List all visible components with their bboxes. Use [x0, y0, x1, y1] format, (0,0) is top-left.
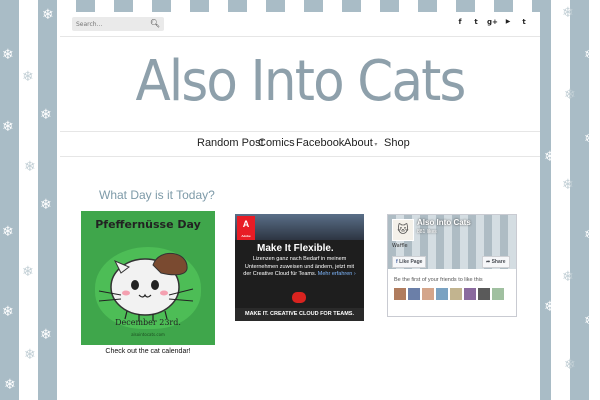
tumblr-icon[interactable]: t [519, 18, 529, 26]
snowflake-icon: ❄ [584, 131, 596, 147]
snowflake-icon: ❄ [24, 347, 36, 363]
adobe-wordmark: Adobe [241, 234, 251, 238]
cat-face-icon: 🐱︎ [397, 223, 409, 236]
snowflake-icon: ❄ [2, 47, 14, 63]
friend-avatar[interactable] [394, 288, 406, 300]
facebook-page-name[interactable]: Also Into Cats [417, 218, 471, 227]
cat-calendar-image[interactable]: Pfeffernüsse Day December 23rd. alsointo… [81, 211, 215, 345]
ad-footer-text: MAKE IT. CREATIVE CLOUD FOR TEAMS. [235, 308, 364, 321]
page-container: 🔍︎ f t g+ ▶ t Also Into Cats Random Post… [60, 12, 540, 400]
facebook-like-count: 881 likes [417, 229, 437, 235]
snowflake-icon: ❄ [22, 264, 34, 280]
search-input[interactable] [76, 19, 146, 29]
snowflake-icon: ❄ [584, 227, 596, 243]
facebook-friends-text: Be the first of your friends to like thi… [394, 277, 483, 283]
nav-facebook[interactable]: Facebook [296, 137, 344, 149]
snowflake-icon: ❄ [564, 87, 576, 103]
top-divider [60, 36, 540, 37]
adobe-ad-banner[interactable]: A Adobe Make It Flexible. Lizenzen ganz … [235, 214, 364, 321]
snowflake-icon: ❄ [22, 69, 34, 85]
friend-avatar[interactable] [492, 288, 504, 300]
snowflake-icon: ❄ [24, 159, 36, 175]
facebook-avatar-caption: Waffle [392, 243, 408, 249]
ad-learn-more-link[interactable]: Mehr erfahren › [318, 271, 356, 277]
share-button-label: Share [491, 259, 506, 265]
nav-comics[interactable]: Comics [258, 137, 295, 149]
nav-random-post[interactable]: Random Post [197, 137, 264, 149]
google-plus-icon[interactable]: g+ [487, 18, 498, 26]
creative-cloud-icon [292, 292, 306, 303]
youtube-icon[interactable]: ▶ [503, 18, 513, 25]
snowflake-icon: ❄ [562, 5, 574, 21]
snowflake-icon: ❄ [544, 299, 556, 315]
snowflake-icon: ❄ [2, 224, 14, 240]
calendar-date: December 23rd. [115, 318, 181, 327]
friend-avatar[interactable] [478, 288, 490, 300]
snowflake-icon: ❄ [4, 377, 16, 393]
nav-about-label: About [344, 137, 373, 149]
adobe-a-icon: A [242, 219, 250, 229]
friend-avatar[interactable] [422, 288, 434, 300]
friend-avatar[interactable] [408, 288, 420, 300]
snowflake-icon: ❄ [42, 7, 54, 23]
site-logo[interactable]: Also Into Cats [79, 46, 521, 118]
snowflake-icon: ❄ [564, 357, 576, 373]
chevron-down-icon: ▾ [372, 142, 378, 148]
snowflake-icon: ❄ [544, 149, 556, 165]
snowflake-icon: ❄ [40, 327, 52, 343]
twitter-icon[interactable]: t [471, 18, 481, 26]
snowflake-icon: ❄ [40, 197, 52, 213]
snowflake-icon: ❄ [562, 177, 574, 193]
snowflake-icon: ❄ [2, 304, 14, 320]
like-button-label: Like Page [399, 259, 423, 265]
nav-shop[interactable]: Shop [384, 137, 410, 149]
facebook-page-widget[interactable]: 🐱︎ Also Into Cats 881 likes Waffle f Lik… [387, 214, 517, 317]
widget-title: What Day is it Today? [99, 188, 215, 202]
facebook-share-button[interactable]: ➦ Share [482, 256, 510, 268]
snowflake-icon: ❄ [562, 269, 574, 285]
facebook-page-avatar[interactable]: 🐱︎ [392, 219, 414, 241]
snowflake-icon: ❄ [584, 313, 596, 329]
search-box[interactable]: 🔍︎ [72, 17, 164, 31]
nav-about[interactable]: About ▾ [344, 137, 377, 149]
snowflake-icon: ❄ [584, 47, 596, 63]
calendar-site-url: alsointocats.com [131, 332, 165, 337]
snowflake-icon: ❄ [2, 119, 14, 135]
facebook-icon[interactable]: f [455, 18, 465, 26]
ad-headline: Make It Flexible. [257, 243, 334, 254]
snowflake-icon: ❄ [40, 107, 52, 123]
top-bar: 🔍︎ f t g+ ▶ t [60, 12, 540, 36]
friend-avatar[interactable] [464, 288, 476, 300]
nav-divider-top [60, 131, 540, 132]
ad-body-text: Lizenzen ganz nach Bedarf in meinem Unte… [241, 256, 358, 279]
nav-divider-bottom [60, 156, 540, 157]
adobe-logo: A Adobe [237, 216, 255, 240]
facebook-like-button[interactable]: f Like Page [392, 256, 427, 268]
search-icon[interactable]: 🔍︎ [150, 19, 160, 28]
friend-avatar[interactable] [436, 288, 448, 300]
friend-avatar[interactable] [450, 288, 462, 300]
calendar-caption[interactable]: Check out the cat calendar! [81, 348, 215, 355]
